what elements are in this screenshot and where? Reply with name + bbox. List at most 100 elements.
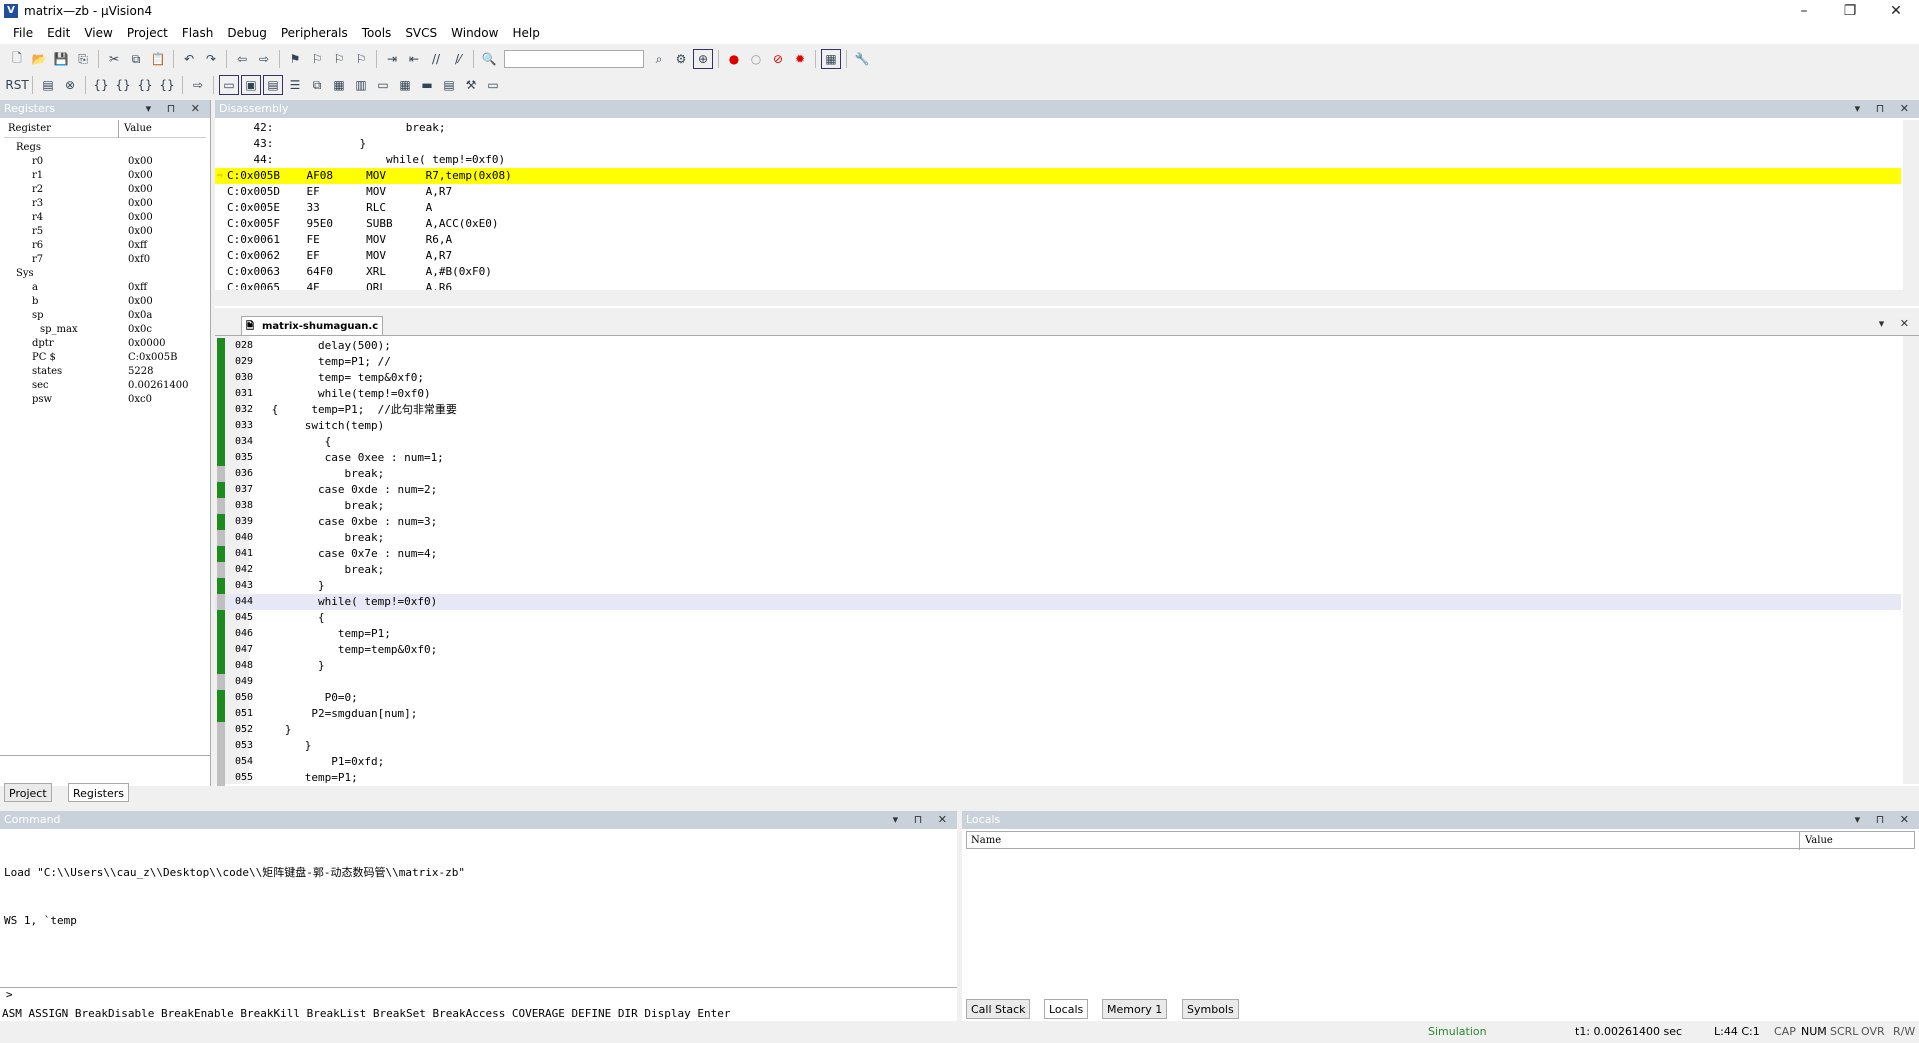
menu-edit[interactable]: Edit bbox=[40, 26, 77, 40]
bookmark-prev-icon[interactable]: ⚐ bbox=[307, 49, 327, 69]
register-row[interactable]: r2 0x00 bbox=[8, 184, 208, 198]
panel-controls[interactable]: ▾ ⊓ ✕ bbox=[1855, 100, 1915, 118]
code-line[interactable]: 053 } bbox=[215, 738, 1901, 754]
bookmark-clear-icon[interactable]: ⚐ bbox=[351, 49, 371, 69]
disassembly-line[interactable]: C:0x0063 64F0 XRL A,#B(0xF0) bbox=[215, 264, 1901, 280]
register-row[interactable]: dptr 0x0000 bbox=[8, 338, 208, 352]
system-viewer-icon[interactable]: ▤ bbox=[439, 75, 459, 95]
tab-locals[interactable]: Locals bbox=[1044, 999, 1089, 1019]
stop-icon[interactable]: ⊗ bbox=[60, 75, 80, 95]
disassembly-line[interactable]: C:0x005E 33 RLC A bbox=[215, 200, 1901, 216]
disassembly-line[interactable]: C:0x0062 EF MOV A,R7 bbox=[215, 248, 1901, 264]
code-line[interactable]: 040 break; bbox=[215, 530, 1901, 546]
code-line[interactable]: 047 temp=temp&0xf0; bbox=[215, 642, 1901, 658]
menu-file[interactable]: File bbox=[6, 26, 40, 40]
code-line[interactable]: 042 break; bbox=[215, 562, 1901, 578]
maximize-button[interactable]: ❐ bbox=[1827, 0, 1873, 22]
watch-window-icon[interactable]: ▦ bbox=[329, 75, 349, 95]
register-row[interactable]: r0 0x00 bbox=[8, 156, 208, 170]
disassembly-vscroll[interactable] bbox=[1903, 120, 1919, 290]
menu-svcs[interactable]: SVCS bbox=[398, 26, 444, 40]
panel-controls[interactable]: ▾ ⊓ ✕ bbox=[1855, 811, 1915, 829]
register-row[interactable]: sec 0.00261400 bbox=[8, 380, 208, 394]
col-register[interactable]: Register bbox=[8, 123, 51, 134]
analysis-window-icon[interactable]: ▦ bbox=[395, 75, 415, 95]
register-row[interactable]: r4 0x00 bbox=[8, 212, 208, 226]
code-line[interactable]: 032 { temp=P1; //此句非常重要 bbox=[215, 402, 1901, 418]
symbols-window-icon[interactable]: ▤ bbox=[263, 75, 283, 95]
breakpoint-kill-all-icon[interactable]: ✹ bbox=[790, 49, 810, 69]
code-line[interactable]: 041 case 0x7e : num=4; bbox=[215, 546, 1901, 562]
menu-help[interactable]: Help bbox=[505, 26, 546, 40]
editor-hscroll[interactable] bbox=[215, 786, 1919, 803]
editor-controls[interactable]: ▾ ✕ bbox=[1879, 317, 1915, 330]
nav-back-icon[interactable]: ⇦ bbox=[232, 49, 252, 69]
toolbox-icon[interactable]: ⚒ bbox=[461, 75, 481, 95]
col-name[interactable]: Name bbox=[971, 835, 1001, 846]
disassembly-line[interactable]: 44: while( temp!=0xf0) bbox=[215, 152, 1901, 168]
memory-window-icon[interactable]: ▥ bbox=[351, 75, 371, 95]
register-row[interactable]: r6 0xff bbox=[8, 240, 208, 254]
bookmark-icon[interactable]: ⚑ bbox=[285, 49, 305, 69]
code-line[interactable]: 038 break; bbox=[215, 498, 1901, 514]
code-line[interactable]: 037 case 0xde : num=2; bbox=[215, 482, 1901, 498]
code-line[interactable]: 043 } bbox=[215, 578, 1901, 594]
col-value[interactable]: Value bbox=[1805, 835, 1833, 846]
register-group[interactable]: Regs bbox=[8, 142, 208, 156]
save-icon[interactable]: 💾 bbox=[51, 49, 71, 69]
uncomment-icon[interactable]: /⁄ bbox=[448, 49, 468, 69]
menu-view[interactable]: View bbox=[77, 26, 119, 40]
tab-symbols[interactable]: Symbols bbox=[1182, 999, 1239, 1019]
code-area[interactable]: 028 delay(500); 029 temp=P1; //030 temp= … bbox=[215, 338, 1901, 786]
code-line[interactable]: 052 } bbox=[215, 722, 1901, 738]
code-line[interactable]: 033 switch(temp) bbox=[215, 418, 1901, 434]
menu-debug[interactable]: Debug bbox=[220, 26, 273, 40]
code-line[interactable]: 049 bbox=[215, 674, 1901, 690]
breakpoint-disable-all-icon[interactable]: ⊘ bbox=[768, 49, 788, 69]
register-row[interactable]: r5 0x00 bbox=[8, 226, 208, 240]
register-row[interactable]: sp 0x0a bbox=[8, 310, 208, 324]
show-next-statement-icon[interactable]: ⇨ bbox=[188, 75, 208, 95]
cut-icon[interactable]: ✂ bbox=[104, 49, 124, 69]
step-over-icon[interactable]: {} bbox=[113, 75, 133, 95]
menu-window[interactable]: Window bbox=[444, 26, 505, 40]
step-out-icon[interactable]: {} bbox=[135, 75, 155, 95]
redo-icon[interactable]: ↷ bbox=[201, 49, 221, 69]
save-all-icon[interactable]: ⎘ bbox=[73, 49, 93, 69]
code-line[interactable]: 031 while(temp!=0xf0) bbox=[215, 386, 1901, 402]
serial-window-icon[interactable]: ▭ bbox=[373, 75, 393, 95]
minimize-button[interactable]: – bbox=[1781, 0, 1827, 22]
editor-vscroll[interactable] bbox=[1903, 336, 1919, 784]
paste-icon[interactable]: 📋 bbox=[148, 49, 168, 69]
register-row[interactable]: r3 0x00 bbox=[8, 198, 208, 212]
close-button[interactable]: ✕ bbox=[1873, 0, 1919, 22]
command-window-icon[interactable]: ▭ bbox=[219, 75, 239, 95]
register-row[interactable]: r1 0x00 bbox=[8, 170, 208, 184]
code-line[interactable]: 029 temp=P1; // bbox=[215, 354, 1901, 370]
find-in-files-icon[interactable]: 🔍 bbox=[479, 49, 499, 69]
menu-flash[interactable]: Flash bbox=[175, 26, 220, 40]
code-line[interactable]: 044 while( temp!=0xf0) bbox=[215, 594, 1901, 610]
register-row[interactable]: a 0xff bbox=[8, 282, 208, 296]
open-folder-icon[interactable]: 📂 bbox=[29, 49, 49, 69]
register-row[interactable]: psw 0xc0 bbox=[8, 394, 208, 408]
register-row[interactable]: sp_max 0x0c bbox=[8, 324, 208, 338]
disassembly-line[interactable]: C:0x0061 FE MOV R6,A bbox=[215, 232, 1901, 248]
copy-icon[interactable]: ⧉ bbox=[126, 49, 146, 69]
run-to-cursor-icon[interactable]: {} bbox=[157, 75, 177, 95]
disassembly-line[interactable]: C:0x005F 95E0 SUBB A,ACC(0xE0) bbox=[215, 216, 1901, 232]
comment-icon[interactable]: // bbox=[426, 49, 446, 69]
find-combo[interactable] bbox=[504, 50, 644, 68]
panel-controls[interactable]: ▾ ⊓ ✕ bbox=[893, 811, 953, 829]
disassembly-line[interactable]: C:0x005D EF MOV A,R7 bbox=[215, 184, 1901, 200]
tab-matrix-shumaguan[interactable]: 🗎 matrix-shumaguan.c bbox=[241, 316, 384, 336]
code-line[interactable]: 045 { bbox=[215, 610, 1901, 626]
run-icon[interactable]: ▤ bbox=[38, 75, 58, 95]
disassembly-listing[interactable]: 42: break; 43: } 44: while( temp!=0xf0) ⇨… bbox=[215, 120, 1901, 290]
disassembly-line[interactable]: C:0x0065 4E ORL A,R6 bbox=[215, 280, 1901, 290]
tab-call-stack[interactable]: Call Stack bbox=[966, 999, 1031, 1019]
breakpoint-disable-icon[interactable]: ○ bbox=[746, 49, 766, 69]
register-row[interactable]: PC $ C:0x005B bbox=[8, 352, 208, 366]
code-line[interactable]: 055 temp=P1; bbox=[215, 770, 1901, 786]
breakpoint-icon[interactable]: ● bbox=[724, 49, 744, 69]
